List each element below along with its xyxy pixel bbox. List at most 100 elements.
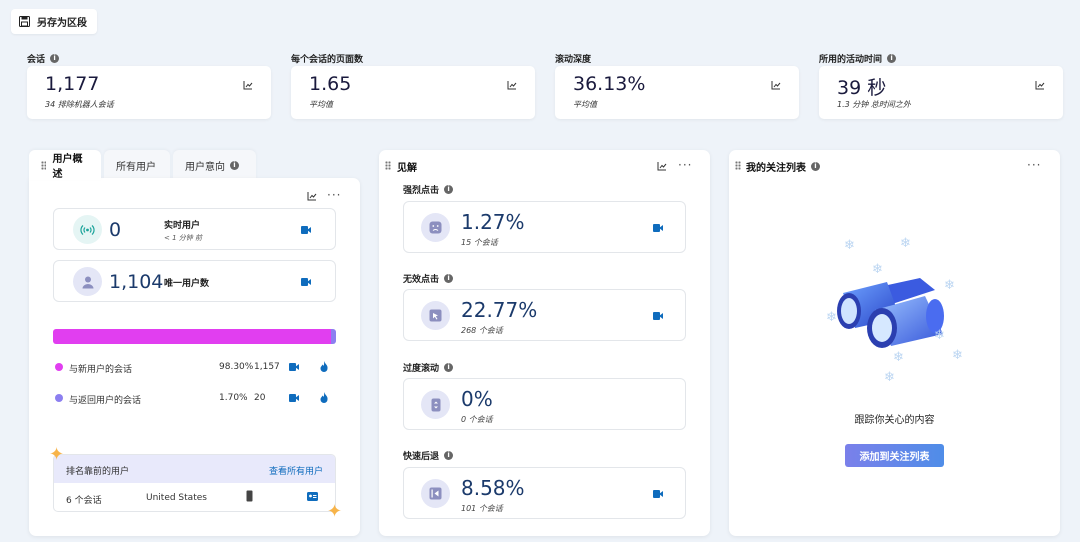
camera-icon[interactable]	[301, 226, 311, 234]
table-row[interactable]: 6 个会话 United States	[54, 483, 335, 511]
snowflake-icon: ❄	[884, 370, 895, 385]
metric-label-active-time: 所用的活动时间 i	[819, 52, 897, 65]
insight-value: 1.27%	[461, 210, 525, 234]
metric-card-pages: 1.65 平均值	[291, 66, 535, 119]
chart-icon[interactable]	[243, 80, 253, 90]
add-to-watchlist-button[interactable]: 添加到关注列表	[845, 444, 944, 467]
insights-title: 见解	[397, 163, 417, 174]
metric-sub: 平均值	[573, 100, 597, 109]
fire-icon[interactable]	[320, 392, 328, 403]
snowflake-icon: ❄	[952, 348, 963, 363]
metric-card-scroll: 36.13% 平均值	[555, 66, 799, 119]
camera-icon[interactable]	[653, 224, 663, 232]
view-all-users-link[interactable]: 查看所有用户	[269, 464, 323, 477]
snowflake-icon: ❄	[844, 238, 855, 253]
person-icon	[73, 267, 102, 296]
info-icon[interactable]: i	[811, 162, 820, 171]
legend-dot	[55, 363, 63, 371]
new-vs-returning-bar	[53, 329, 336, 344]
camera-icon[interactable]	[301, 278, 311, 286]
top-users-table: 排名靠前的用户 查看所有用户 6 个会话 United States	[53, 454, 336, 512]
insight-card-excessive-scrolling[interactable]: 0% 0 个会话	[403, 378, 686, 430]
snowflake-icon: ❄	[934, 328, 945, 343]
info-icon[interactable]: i	[444, 363, 454, 372]
chart-icon[interactable]	[307, 191, 317, 201]
legend-row-returning: 与返回用户的会话 1.70% 20	[55, 392, 335, 406]
more-icon[interactable]: ···	[678, 158, 692, 172]
tab-all-users[interactable]: 所有用户	[104, 150, 170, 180]
chart-icon[interactable]	[507, 80, 517, 90]
realtime-users-card[interactable]: 0 实时用户 < 1 分钟 前	[53, 208, 336, 250]
sparkle-icon: ✦	[327, 501, 343, 522]
insight-sub: 101 个会话	[461, 504, 503, 513]
camera-icon[interactable]	[289, 363, 299, 371]
insight-card-dead-clicks[interactable]: 22.77% 268 个会话	[403, 289, 686, 341]
insight-label-text: 快速后退	[403, 452, 440, 462]
insight-value: 22.77%	[461, 298, 538, 322]
more-icon[interactable]: ···	[327, 188, 341, 202]
save-segment-button[interactable]: 另存为区段	[11, 9, 97, 34]
info-icon[interactable]: i	[887, 54, 897, 63]
metric-card-sessions: 1,177 34 排除机器人会话	[27, 66, 271, 119]
unique-users-value: 1,104	[109, 271, 164, 293]
insight-value: 8.58%	[461, 476, 525, 500]
camera-icon[interactable]	[653, 490, 663, 498]
legend-count: 20	[254, 393, 266, 403]
drag-handle-icon[interactable]	[41, 160, 47, 170]
metric-label-text: 会话	[27, 55, 46, 65]
camera-icon[interactable]	[653, 312, 663, 320]
metric-card-active-time: 39 秒 1.3 分钟 总时间之外	[819, 66, 1063, 119]
sparkle-icon: ✦	[49, 444, 65, 465]
snowflake-icon: ❄	[893, 350, 904, 365]
scroll-icon	[421, 390, 450, 419]
insight-label-excessive-scrolling: 过度滚动 i	[403, 361, 454, 374]
save-segment-label: 另存为区段	[37, 18, 87, 29]
info-icon[interactable]: i	[444, 274, 454, 283]
metric-value: 36.13%	[573, 73, 646, 95]
tab-label: 所有用户	[116, 161, 156, 173]
more-icon[interactable]: ···	[1027, 158, 1041, 172]
camera-icon[interactable]	[289, 394, 299, 402]
chart-icon[interactable]	[771, 80, 781, 90]
insight-label-text: 过度滚动	[403, 364, 440, 374]
info-icon[interactable]: i	[230, 160, 239, 170]
drag-handle-icon[interactable]	[735, 161, 741, 170]
chart-icon[interactable]	[1035, 80, 1045, 90]
top-users-title: 排名靠前的用户	[66, 467, 130, 477]
top-users-header: 排名靠前的用户 查看所有用户	[54, 455, 335, 483]
insight-card-rage-clicks[interactable]: 1.27% 15 个会话	[403, 201, 686, 253]
info-icon[interactable]: i	[444, 185, 454, 194]
legend-pct: 1.70%	[219, 393, 248, 403]
insight-label-quick-backs: 快速后退 i	[403, 449, 454, 462]
chart-icon[interactable]	[657, 161, 667, 171]
sad-face-icon	[421, 213, 450, 242]
unique-users-card[interactable]: 1,104 唯一用户数	[53, 260, 336, 302]
metric-sub: 34 排除机器人会话	[45, 100, 114, 109]
insight-sub: 268 个会话	[461, 326, 503, 335]
tab-user-intent[interactable]: 用户意向 i	[173, 150, 256, 180]
metric-sub: 1.3 分钟 总时间之外	[837, 100, 911, 109]
tab-user-overview[interactable]: 用户概述	[29, 150, 101, 180]
legend-count: 1,157	[254, 362, 280, 372]
bar-segment-new	[53, 329, 332, 344]
legend-label: 与新用户的会话	[69, 365, 133, 375]
metric-value: 1,177	[45, 73, 100, 95]
insight-sub: 15 个会话	[461, 238, 498, 247]
legend-dot	[55, 394, 63, 402]
phone-icon	[246, 490, 253, 502]
drag-handle-icon[interactable]	[385, 161, 391, 170]
realtime-users-sub: < 1 分钟 前	[164, 234, 202, 242]
watchlist-title: 我的关注列表	[746, 163, 806, 174]
insight-label-dead-clicks: 无效点击 i	[403, 272, 454, 285]
metric-value: 39 秒	[837, 77, 887, 99]
id-card-icon[interactable]	[307, 492, 318, 501]
info-icon[interactable]: i	[444, 451, 454, 460]
snowflake-icon: ❄	[872, 262, 883, 277]
metric-value: 1.65	[309, 73, 352, 95]
fire-icon[interactable]	[320, 361, 328, 372]
insight-card-quick-backs[interactable]: 8.58% 101 个会话	[403, 467, 686, 519]
snowflake-icon: ❄	[900, 236, 911, 251]
realtime-users-label: 实时用户	[164, 221, 201, 231]
metric-label-text: 滚动深度	[555, 55, 592, 65]
info-icon[interactable]: i	[50, 54, 60, 63]
